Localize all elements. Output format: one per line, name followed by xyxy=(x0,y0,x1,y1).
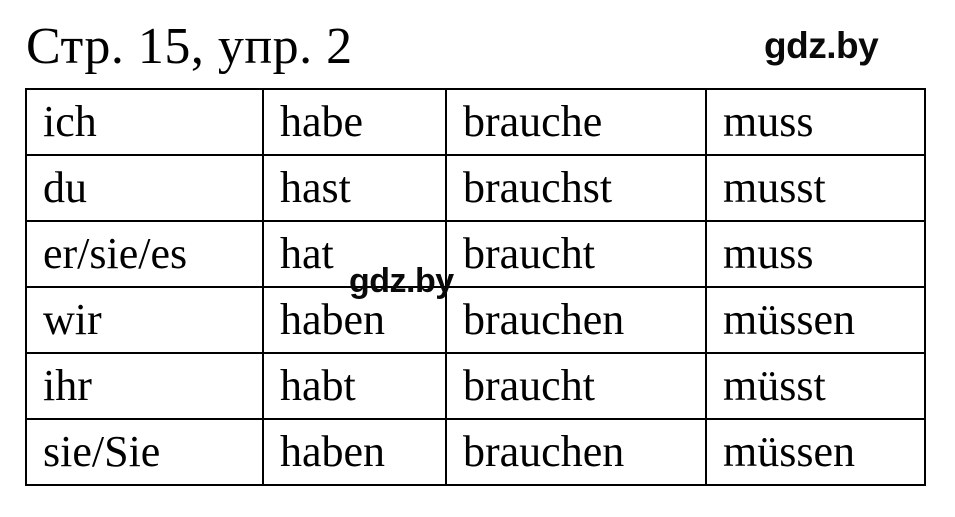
cell-muessen: müsst xyxy=(705,352,926,420)
cell-muessen: muss xyxy=(705,220,926,288)
cell-haben: habt xyxy=(262,352,447,420)
cell-pronoun: ich xyxy=(25,88,264,156)
page-canvas: Стр. 15, упр. 2 gdz.by ich habe brauche … xyxy=(0,0,955,517)
cell-muessen: musst xyxy=(705,154,926,222)
table-row: ihr habt braucht müsst xyxy=(25,352,926,420)
cell-haben: habe xyxy=(262,88,447,156)
page-title: Стр. 15, упр. 2 xyxy=(26,18,353,75)
cell-pronoun: wir xyxy=(25,286,264,354)
cell-muessen: müssen xyxy=(705,286,926,354)
cell-muessen: müssen xyxy=(705,418,926,486)
cell-pronoun: er/sie/es xyxy=(25,220,264,288)
table-row: wir haben brauchen müssen xyxy=(25,286,926,354)
cell-haben: haben xyxy=(262,418,447,486)
table-row: er/sie/es hat braucht muss xyxy=(25,220,926,288)
german-verb-conjugation-table: ich habe brauche muss du hast brauchst m… xyxy=(25,88,926,486)
cell-brauchen: brauche xyxy=(445,88,707,156)
table-row: ich habe brauche muss xyxy=(25,88,926,156)
cell-pronoun: sie/Sie xyxy=(25,418,264,486)
watermark-top-right: gdz.by xyxy=(764,25,879,66)
cell-muessen: muss xyxy=(705,88,926,156)
table-body: ich habe brauche muss du hast brauchst m… xyxy=(25,88,926,486)
cell-haben: hast xyxy=(262,154,447,222)
cell-brauchen: braucht xyxy=(445,352,707,420)
cell-brauchen: brauchen xyxy=(445,286,707,354)
cell-brauchen: brauchen xyxy=(445,418,707,486)
cell-brauchen: brauchst xyxy=(445,154,707,222)
table-row: du hast brauchst musst xyxy=(25,154,926,222)
cell-pronoun: du xyxy=(25,154,264,222)
watermark-overlay-middle: gdz.by xyxy=(349,262,454,300)
cell-pronoun: ihr xyxy=(25,352,264,420)
table-row: sie/Sie haben brauchen müssen xyxy=(25,418,926,486)
cell-brauchen: braucht xyxy=(445,220,707,288)
